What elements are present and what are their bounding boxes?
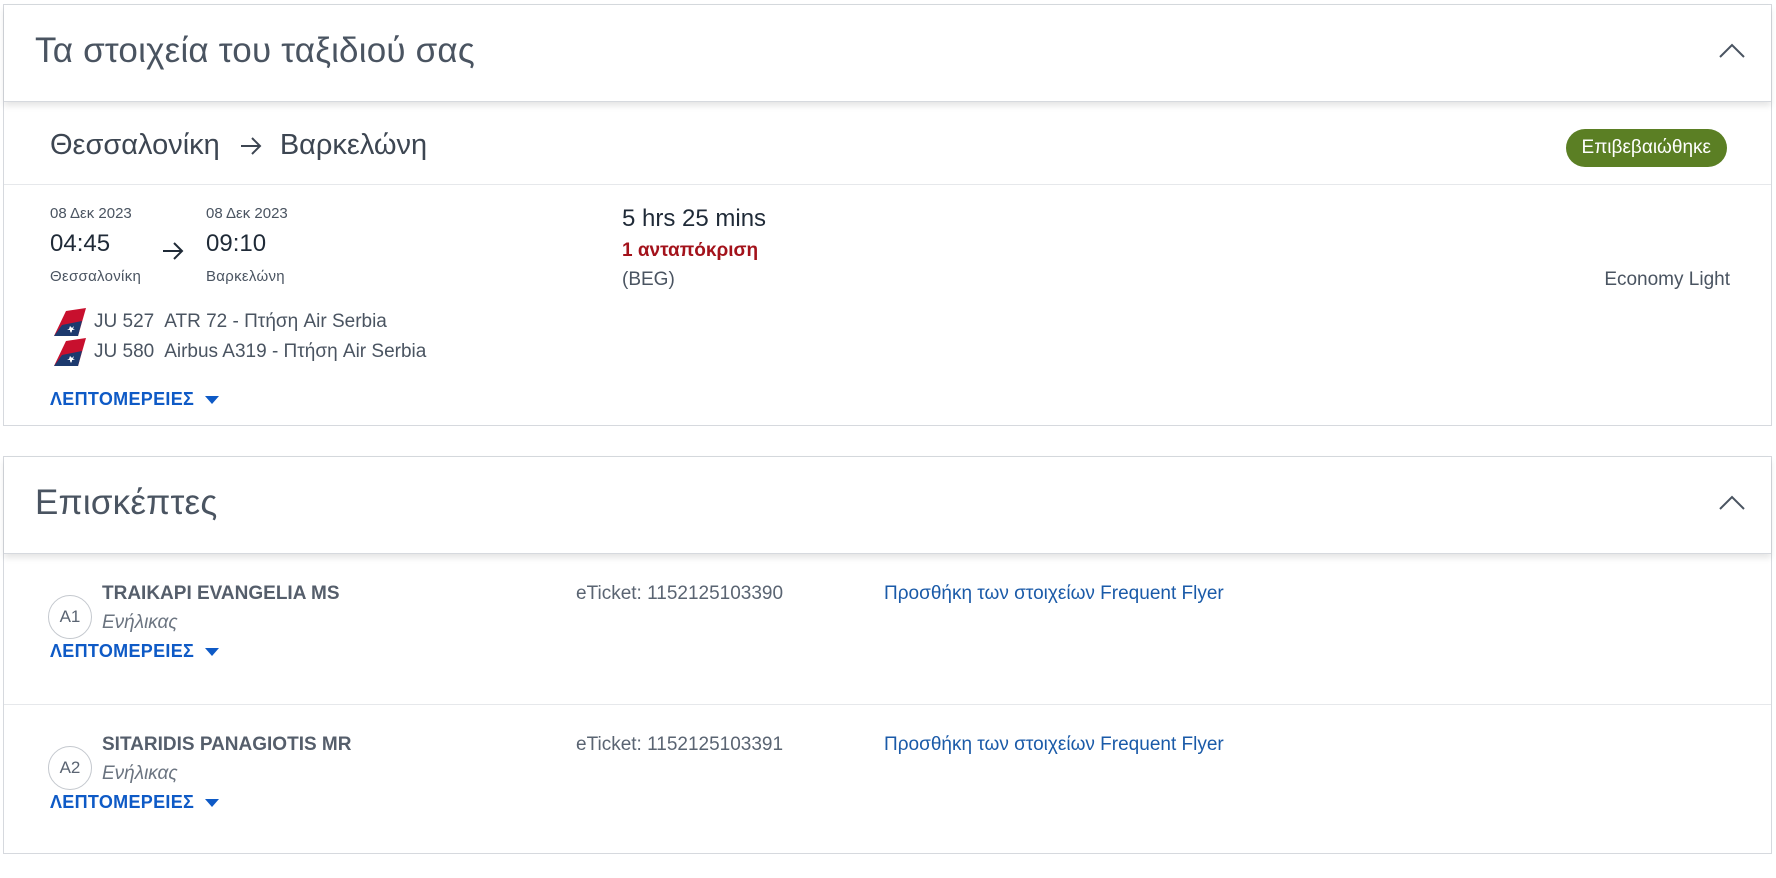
route-destination: Βαρκελώνη — [279, 129, 428, 161]
trip-details-card: Τα στοιχεία του ταξιδιού σας Θεσσαλονίκη… — [3, 4, 1772, 426]
add-frequent-flyer-link[interactable]: Προσθήκη των στοιχείων Frequent Flyer — [884, 583, 1224, 605]
details-label: ΛΕΠΤΟΜΕΡΕΙΕΣ — [50, 641, 195, 661]
flight-number: JU 527 — [94, 311, 155, 332]
connection-airport: (BEG) — [622, 269, 675, 290]
passenger-badge: A2 — [48, 746, 92, 790]
caret-down-icon — [205, 798, 220, 807]
flight-segment: 08 Δεκ 2023 04:45 Θεσσαλονίκη 08 Δεκ 202… — [50, 205, 1730, 409]
departure-time: 04:45 — [50, 230, 111, 257]
passengers-panel-header[interactable]: Επισκέπτες — [4, 457, 1771, 554]
trip-details-toggle[interactable]: ΛΕΠΤΟΜΕΡΕΙΕΣ — [50, 389, 220, 410]
arrow-right-icon — [163, 242, 184, 260]
flight-duration: 5 hrs 25 mins — [622, 205, 767, 232]
trip-panel-header[interactable]: Τα στοιχεία του ταξιδιού σας — [4, 5, 1771, 102]
arrow-right-icon — [240, 136, 262, 155]
details-label: ΛΕΠΤΟΜΕΡΕΙΕΣ — [50, 792, 195, 812]
details-label: ΛΕΠΤΟΜΕΡΕΙΕΣ — [50, 389, 195, 409]
eticket-number: eTicket: 1152125103390 — [576, 583, 784, 604]
divider — [4, 704, 1771, 705]
operator-row: JU 580 Airbus A319 - Πτήση Air Serbia — [50, 337, 426, 367]
passenger-name: SITARIDIS PANAGIOTIS MR — [102, 734, 352, 755]
departure-date: 08 Δεκ 2023 — [50, 205, 132, 222]
departure-info: 08 Δεκ 2023 04:45 Θεσσαλονίκη — [50, 205, 141, 285]
caret-down-icon — [205, 395, 220, 404]
aircraft-carrier: Airbus A319 - Πτήση Air Serbia — [164, 341, 427, 362]
operator-row: JU 527 ATR 72 - Πτήση Air Serbia — [50, 307, 426, 337]
chevron-up-icon[interactable] — [1715, 35, 1749, 69]
passenger-type: Ενήλικας — [102, 763, 178, 784]
add-frequent-flyer-link[interactable]: Προσθήκη των στοιχείων Frequent Flyer — [884, 734, 1224, 756]
air-serbia-tail-icon — [54, 338, 86, 366]
eticket-number: eTicket: 1152125103391 — [576, 734, 784, 755]
cabin-class: Economy Light — [1604, 269, 1730, 290]
passenger-details-toggle[interactable]: ΛΕΠΤΟΜΕΡΕΙΕΣ — [50, 641, 220, 662]
divider — [4, 184, 1771, 185]
aircraft-carrier: ATR 72 - Πτήση Air Serbia — [164, 311, 387, 332]
flight-number: JU 580 — [94, 341, 155, 362]
departure-city: Θεσσαλονίκη — [50, 268, 142, 285]
operating-carriers: JU 527 ATR 72 - Πτήση Air Serbia JU 580 … — [50, 307, 426, 367]
chevron-up-icon[interactable] — [1715, 487, 1749, 521]
passenger-type: Ενήλικας — [102, 612, 178, 633]
arrival-info: 08 Δεκ 2023 09:10 Βαρκελώνη — [206, 205, 288, 285]
passenger-row: A2 SITARIDIS PANAGIOTIS MR Ενήλικας eTic… — [4, 728, 1771, 878]
route-origin: Θεσσαλονίκη — [50, 129, 220, 161]
route-summary: Θεσσαλονίκη Βαρκελώνη — [50, 129, 427, 162]
caret-down-icon — [205, 647, 220, 656]
passengers-card: Επισκέπτες A1 TRAIKAPI EVANGELIA MS Ενήλ… — [3, 456, 1772, 854]
trip-panel-title: Τα στοιχεία του ταξιδιού σας — [35, 31, 475, 70]
passenger-details-toggle[interactable]: ΛΕΠΤΟΜΕΡΕΙΕΣ — [50, 792, 220, 813]
air-serbia-tail-icon — [54, 308, 86, 336]
stops-count: 1 ανταπόκριση — [622, 240, 759, 261]
arrival-city: Βαρκελώνη — [206, 268, 285, 285]
status-badge: Επιβεβαιώθηκε — [1565, 129, 1727, 167]
passengers-panel-title: Επισκέπτες — [35, 483, 218, 522]
arrival-date: 08 Δεκ 2023 — [206, 205, 288, 222]
passenger-name: TRAIKAPI EVANGELIA MS — [102, 583, 340, 604]
passenger-badge: A1 — [48, 595, 92, 639]
arrival-time: 09:10 — [206, 230, 267, 257]
